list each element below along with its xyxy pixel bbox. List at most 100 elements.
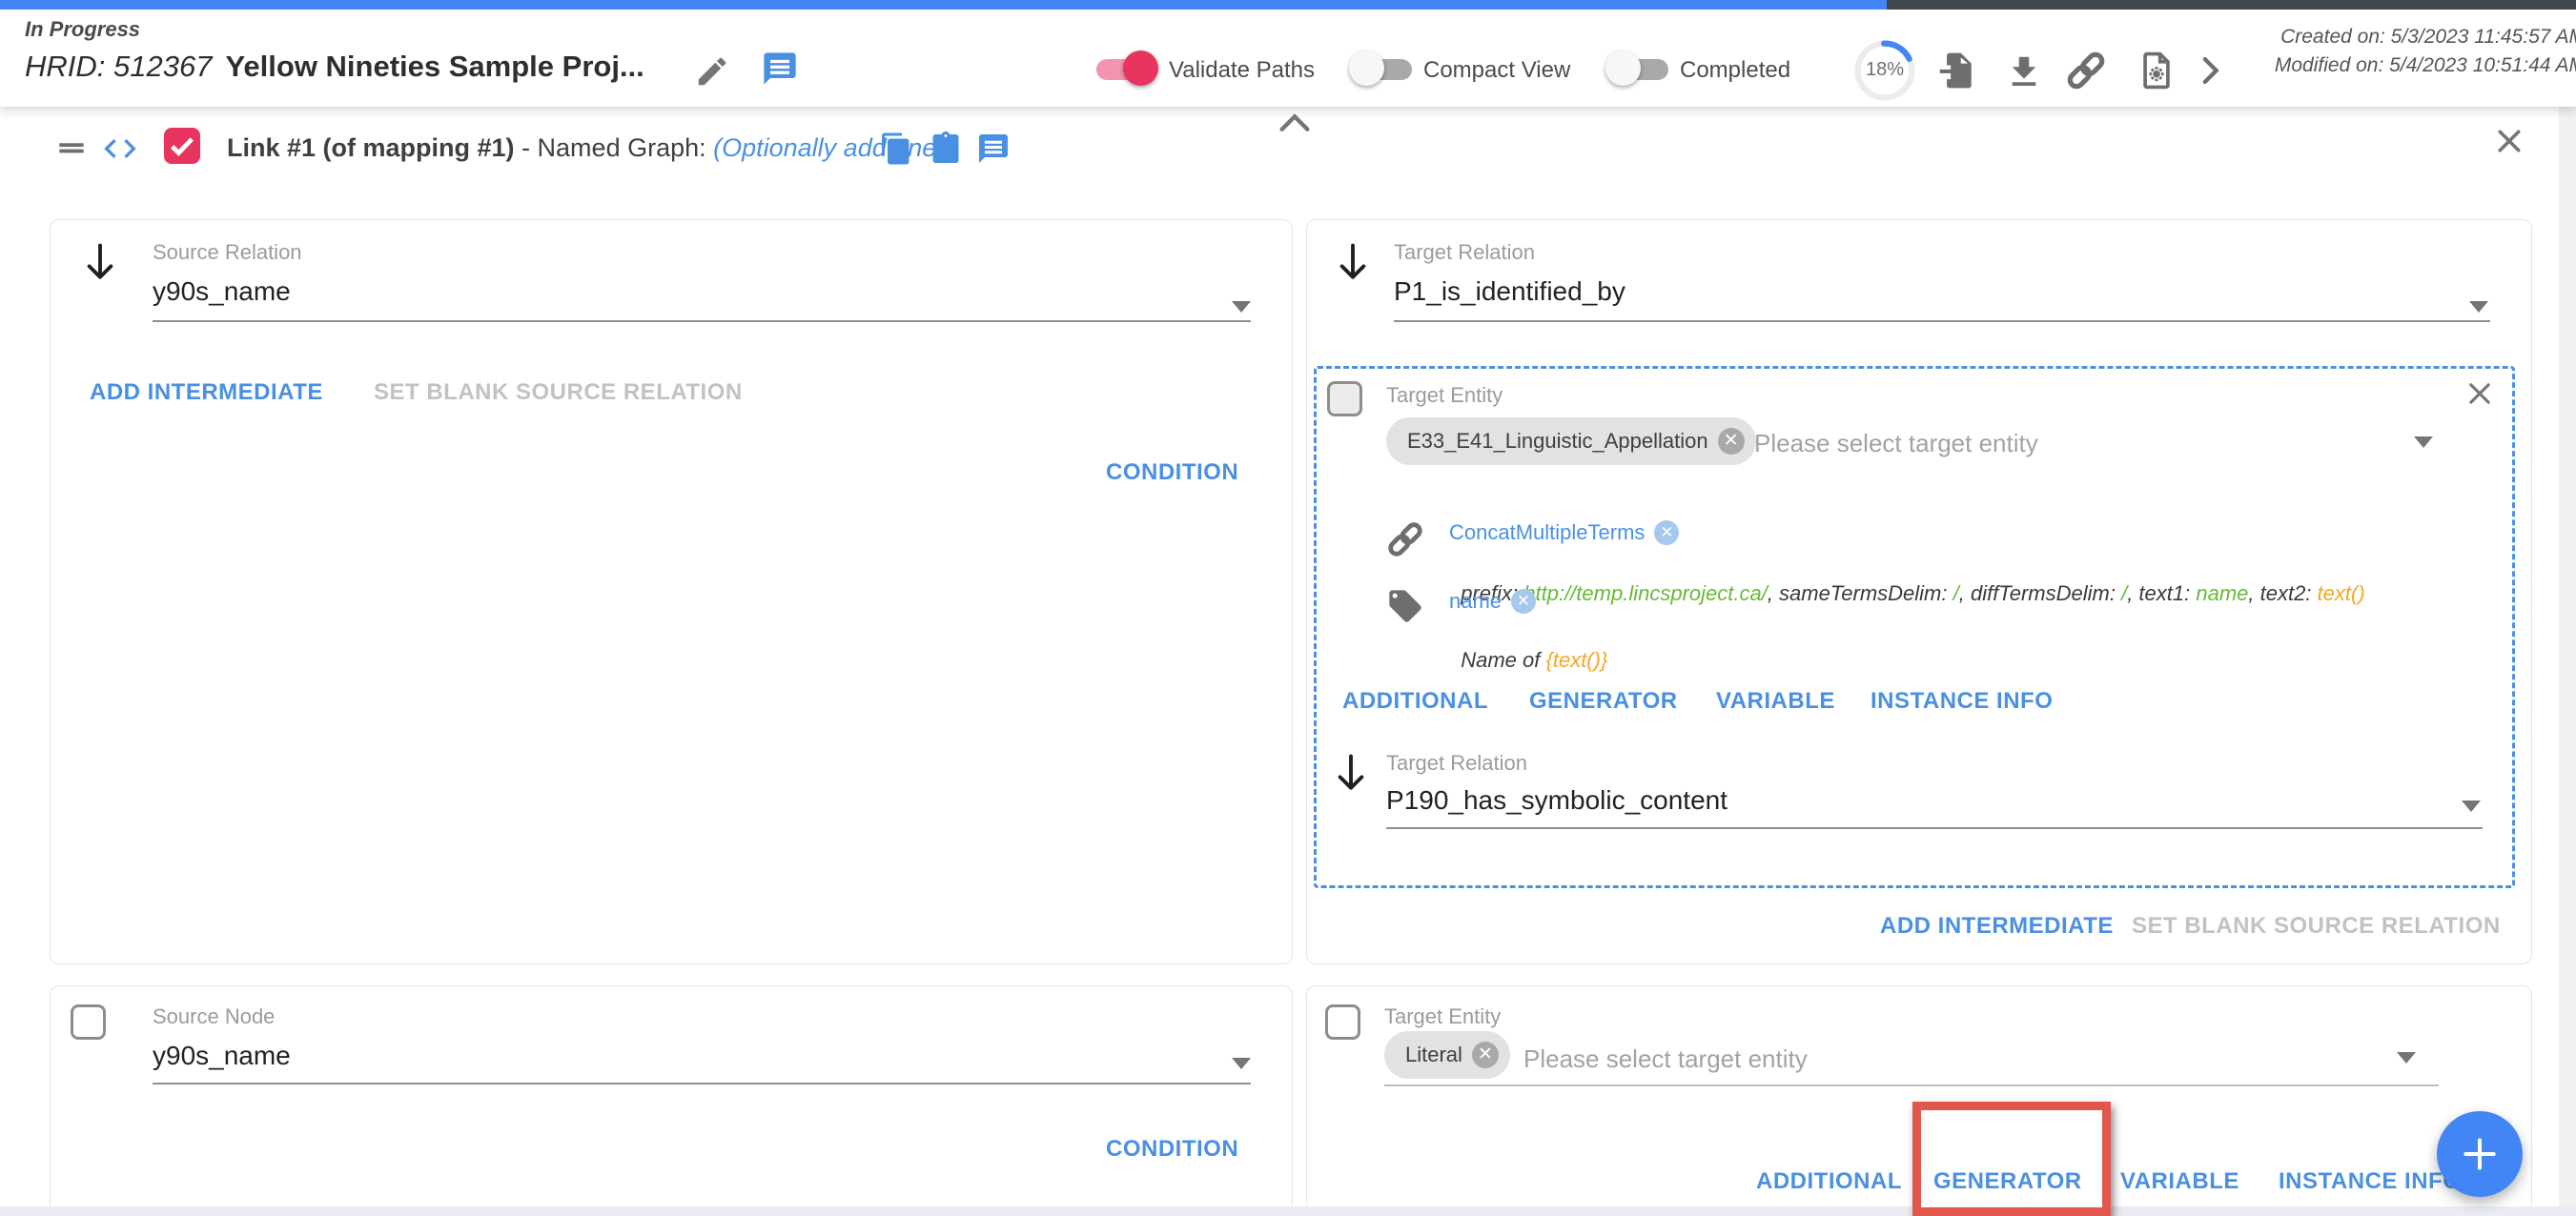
link-comment-icon[interactable] [976, 132, 1011, 166]
app-header: In Progress HRID: 512367 Yellow Nineties… [0, 0, 2576, 107]
source-node-underline [153, 1083, 1251, 1084]
top-progress-track [1887, 0, 2576, 10]
bottom-target-entity-dropdown-caret[interactable] [2397, 1052, 2416, 1064]
target-entity-label: Target Entity [1386, 383, 1503, 408]
close-target-entity-icon[interactable] [2464, 377, 2496, 410]
bottom-target-entity-checkbox[interactable] [1325, 1004, 1360, 1040]
hrid-label: HRID: 512367 [25, 50, 212, 84]
chevron-right-icon[interactable] [2193, 53, 2227, 88]
target-entity-checkbox[interactable] [1327, 381, 1362, 416]
target-set-blank-button[interactable]: SET BLANK SOURCE RELATION [2132, 913, 2501, 940]
add-intermediate-button[interactable]: ADD INTERMEDIATE [90, 379, 323, 406]
edit-title-icon[interactable] [694, 53, 730, 90]
bottom-variable-button[interactable]: VARIABLE [2120, 1168, 2239, 1195]
completed-toggle[interactable] [1607, 55, 1668, 82]
source-node-dropdown-caret[interactable] [1232, 1058, 1251, 1069]
page-title: Yellow Nineties Sample Proj... [225, 50, 644, 84]
set-blank-source-relation-button[interactable]: SET BLANK SOURCE RELATION [374, 379, 743, 406]
copy-link-icon[interactable] [879, 132, 913, 166]
remove-label-generator-icon[interactable]: ✕ [1511, 589, 1536, 614]
inner-target-relation-underline [1386, 827, 2483, 829]
download-icon[interactable] [2004, 51, 2044, 91]
uri-generator-row: ConcatMultipleTerms ✕ [1449, 520, 1679, 545]
code-view-icon[interactable] [101, 130, 139, 168]
top-progress-fill [0, 0, 1887, 10]
instance-info-button[interactable]: INSTANCE INFO [1871, 688, 2053, 715]
import-file-icon[interactable] [1937, 50, 1979, 91]
target-entity-placeholder[interactable]: Please select target entity [1754, 429, 2038, 458]
param-value: text() [2318, 581, 2365, 605]
remove-uri-generator-icon[interactable]: ✕ [1654, 520, 1679, 545]
collapse-link-icon[interactable] [1276, 109, 1314, 137]
target-entity-chip[interactable]: E33_E41_Linguistic_Appellation ✕ [1386, 417, 1756, 465]
link-title-row: Link #1 (of mapping #1) - Named Graph: (… [227, 133, 945, 163]
condition-button[interactable]: CONDITION [1106, 459, 1238, 486]
target-add-intermediate-button[interactable]: ADD INTERMEDIATE [1880, 913, 2114, 940]
modified-on: Modified on: 5/4/2023 10:51:44 AM [2242, 51, 2576, 80]
additional-button[interactable]: ADDITIONAL [1342, 688, 1488, 715]
template-prefix: Name of [1461, 648, 1545, 672]
param-key: , diffTermsDelim: [1959, 581, 2121, 605]
link-checkbox-checked[interactable] [164, 128, 200, 164]
label-generator-template: Name of {text()} [1449, 623, 1607, 673]
chip-label: Literal [1405, 1043, 1462, 1067]
scrollbar-gutter[interactable] [2559, 107, 2576, 1216]
arrow-down-icon [80, 240, 120, 284]
inner-target-relation-dropdown-caret[interactable] [2462, 801, 2481, 812]
source-node-value[interactable]: y90s_name [153, 1041, 291, 1071]
toggle-thumb [1123, 51, 1158, 86]
generator-button[interactable]: GENERATOR [1529, 688, 1678, 715]
completed-label: Completed [1680, 57, 1790, 84]
paste-link-icon[interactable] [929, 132, 963, 166]
param-value: name [2196, 581, 2248, 605]
progress-percent: 18% [1853, 59, 1916, 81]
uri-generator-icon [1384, 518, 1426, 560]
inner-target-relation-label: Target Relation [1386, 751, 1527, 776]
param-key: , sameTermsDelim: [1768, 581, 1953, 605]
bottom-additional-button[interactable]: ADDITIONAL [1756, 1168, 1902, 1195]
source-relation-underline [153, 320, 1251, 322]
check-icon [164, 128, 200, 164]
close-link-icon[interactable] [2492, 124, 2526, 158]
validate-paths-toggle[interactable] [1096, 55, 1157, 82]
remove-chip-icon[interactable]: ✕ [1472, 1042, 1499, 1068]
label-generator-name[interactable]: name [1449, 589, 1502, 614]
bottom-generator-button[interactable]: GENERATOR [1933, 1168, 2082, 1195]
param-key: , text2: [2248, 581, 2317, 605]
source-node-checkbox[interactable] [71, 1004, 106, 1040]
source-relation-value[interactable]: y90s_name [153, 276, 291, 307]
link-title: Link #1 (of mapping #1) [227, 133, 515, 163]
template-value: {text()} [1546, 648, 1608, 672]
source-panel [50, 219, 1293, 964]
compact-view-toggle[interactable] [1351, 55, 1412, 82]
file-settings-icon[interactable] [2136, 50, 2177, 91]
source-relation-label: Source Relation [153, 240, 302, 265]
bottom-target-entity-underline [1384, 1084, 2439, 1086]
validate-paths-label: Validate Paths [1169, 57, 1315, 84]
label-generator-row: name ✕ [1449, 589, 1536, 614]
inner-target-relation-value[interactable]: P190_has_symbolic_content [1386, 785, 1728, 816]
link-settings-icon[interactable] [2063, 48, 2109, 93]
chip-label: E33_E41_Linguistic_Appellation [1407, 429, 1708, 454]
add-fab-button[interactable] [2437, 1111, 2523, 1197]
bottom-instance-info-button[interactable]: INSTANCE INFO [2279, 1168, 2461, 1195]
source-node-label: Source Node [153, 1004, 275, 1029]
source-node-condition-button[interactable]: CONDITION [1106, 1136, 1238, 1163]
remove-chip-icon[interactable]: ✕ [1718, 428, 1745, 455]
drag-handle-icon[interactable] [53, 130, 90, 166]
variable-button[interactable]: VARIABLE [1716, 688, 1835, 715]
target-relation-underline [1394, 320, 2490, 322]
bottom-target-entity-label: Target Entity [1384, 1004, 1501, 1029]
target-relation-value[interactable]: P1_is_identified_by [1394, 276, 1625, 307]
plus-icon [2459, 1133, 2501, 1175]
generator-highlight-box [1912, 1102, 2111, 1216]
bottom-target-entity-placeholder[interactable]: Please select target entity [1523, 1044, 1808, 1074]
status-text: In Progress [25, 17, 140, 42]
target-relation-dropdown-caret[interactable] [2469, 301, 2488, 313]
named-graph-label: - Named Graph: [515, 133, 714, 163]
title-comment-icon[interactable] [761, 50, 799, 88]
source-relation-dropdown-caret[interactable] [1232, 301, 1251, 313]
literal-chip[interactable]: Literal ✕ [1384, 1031, 1510, 1079]
target-entity-dropdown-caret[interactable] [2414, 436, 2433, 448]
uri-generator-name[interactable]: ConcatMultipleTerms [1449, 520, 1645, 545]
